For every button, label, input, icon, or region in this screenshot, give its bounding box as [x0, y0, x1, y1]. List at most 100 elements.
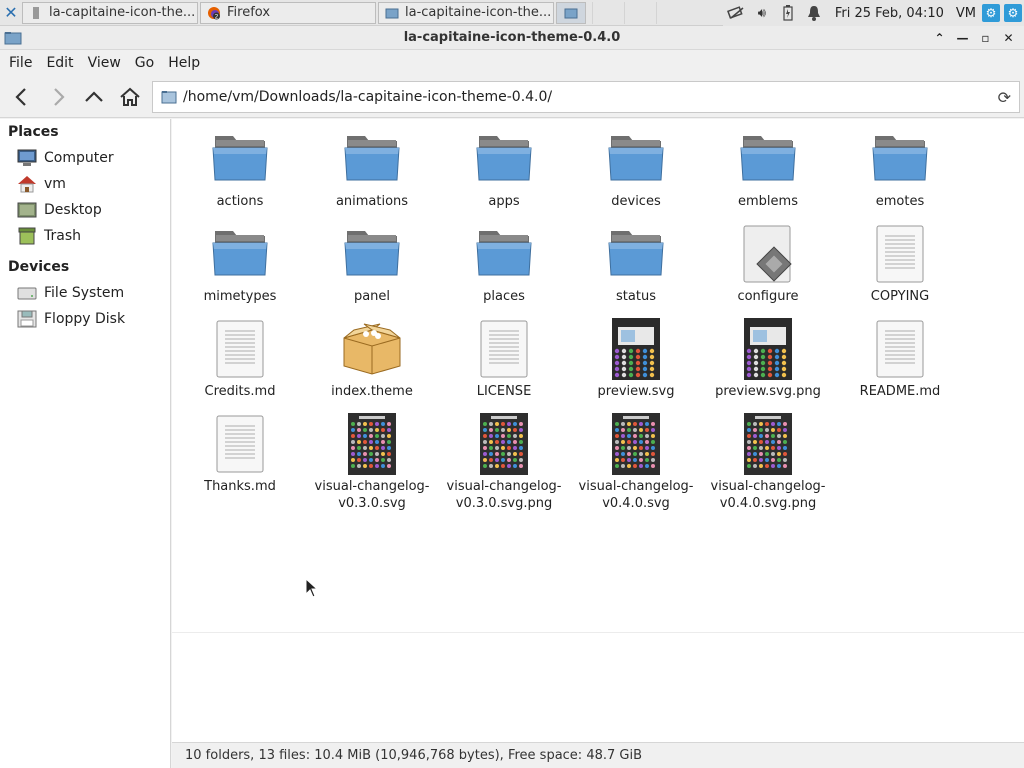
file-item[interactable]: preview.svg: [570, 317, 702, 412]
file-item-label: apps: [440, 193, 568, 210]
session-gear-icon[interactable]: ⚙: [1004, 4, 1022, 22]
sidebar-item-floppy-disk[interactable]: Floppy Disk: [0, 306, 170, 332]
file-item-label: Thanks.md: [176, 478, 304, 495]
file-item-label: LICENSE: [440, 383, 568, 400]
menu-file[interactable]: File: [2, 55, 39, 71]
file-item[interactable]: visual-changelog-v0.4.0.svg: [570, 412, 702, 507]
folder-icon: [564, 6, 578, 20]
mouse-pointer-icon: [305, 578, 319, 598]
maximize-button[interactable]: ▫: [974, 28, 997, 48]
status-bar: 10 folders, 13 files: 10.4 MiB (10,946,7…: [172, 742, 1024, 768]
file-item-label: emotes: [836, 193, 964, 210]
battery-icon[interactable]: [775, 0, 801, 26]
window-titlebar[interactable]: la-capitaine-icon-theme-0.4.0 ⌃ — ▫ ✕: [0, 26, 1024, 50]
notifications-icon[interactable]: [801, 0, 827, 26]
file-item-icon: [340, 222, 404, 286]
file-item[interactable]: configure: [702, 222, 834, 317]
window-controls: ⌃ — ▫ ✕: [928, 28, 1020, 48]
workspace-switcher[interactable]: [592, 2, 688, 24]
close-button[interactable]: ✕: [997, 28, 1020, 48]
file-item[interactable]: actions: [174, 127, 306, 222]
file-item[interactable]: visual-changelog-v0.3.0.svg.png: [438, 412, 570, 507]
file-item-icon: [340, 317, 404, 381]
file-item[interactable]: apps: [438, 127, 570, 222]
back-button[interactable]: [4, 79, 40, 115]
file-item-icon: [604, 127, 668, 191]
taskbar-button-firefox[interactable]: 2 Firefox: [200, 2, 376, 24]
text-file-icon: [875, 224, 925, 284]
settings-gear-icon[interactable]: ⚙: [982, 4, 1000, 22]
file-item-label: panel: [308, 288, 436, 305]
xfce-logo-icon: ✕: [4, 3, 17, 22]
file-item[interactable]: animations: [306, 127, 438, 222]
file-item[interactable]: COPYING: [834, 222, 966, 317]
status-text: 10 folders, 13 files: 10.4 MiB (10,946,7…: [185, 748, 642, 763]
floppy-icon: [17, 310, 37, 328]
file-item-icon: [472, 412, 536, 476]
taskbar-button-file-manager-2[interactable]: la-capitaine-icon-the...: [378, 2, 554, 24]
workspace-3[interactable]: [624, 2, 656, 24]
sidebar-item-trash[interactable]: Trash: [0, 223, 170, 249]
file-item[interactable]: Credits.md: [174, 317, 306, 412]
forward-button[interactable]: [40, 79, 76, 115]
sidebar-item-desktop[interactable]: Desktop: [0, 197, 170, 223]
volume-icon[interactable]: 🔊︎: [749, 0, 775, 26]
menu-edit[interactable]: Edit: [39, 55, 80, 71]
taskbar-button-file-manager[interactable]: la-capitaine-icon-the...: [22, 2, 198, 24]
image-preview-icon: [479, 412, 529, 476]
menu-help[interactable]: Help: [161, 55, 207, 71]
folder-icon: [161, 90, 177, 104]
icon-view-empty-area[interactable]: [172, 632, 1024, 742]
file-item-label: preview.svg: [572, 383, 700, 400]
menu-view[interactable]: View: [81, 55, 128, 71]
taskbar-button-active[interactable]: [556, 2, 586, 24]
workspace-4[interactable]: [656, 2, 688, 24]
file-item-label: places: [440, 288, 568, 305]
file-item[interactable]: index.theme: [306, 317, 438, 412]
file-item[interactable]: LICENSE: [438, 317, 570, 412]
file-item[interactable]: Thanks.md: [174, 412, 306, 507]
file-item[interactable]: status: [570, 222, 702, 317]
file-item[interactable]: places: [438, 222, 570, 317]
file-item[interactable]: emblems: [702, 127, 834, 222]
network-icon[interactable]: [723, 0, 749, 26]
clock[interactable]: Fri 25 Feb, 04:10: [827, 6, 952, 21]
image-preview-icon: [743, 317, 793, 381]
sidebar-item-computer[interactable]: Computer: [0, 145, 170, 171]
applications-menu-button[interactable]: ✕: [0, 0, 22, 26]
sidebar-item-vm[interactable]: vm: [0, 171, 170, 197]
folder-icon: [4, 31, 22, 45]
file-item[interactable]: visual-changelog-v0.4.0.svg.png: [702, 412, 834, 507]
reload-icon[interactable]: ⟳: [998, 88, 1011, 107]
task-label: Firefox: [227, 5, 270, 20]
menu-go[interactable]: Go: [128, 55, 161, 71]
file-item-label: Credits.md: [176, 383, 304, 400]
arrow-left-icon: [11, 86, 33, 108]
parent-folder-button[interactable]: [76, 79, 112, 115]
workspace-2[interactable]: [592, 2, 624, 24]
icon-view[interactable]: actions animations apps devices emblems: [172, 119, 1024, 632]
file-item[interactable]: visual-changelog-v0.3.0.svg: [306, 412, 438, 507]
folder-icon: [211, 132, 269, 186]
devices-heading: Devices: [0, 254, 170, 280]
file-item[interactable]: emotes: [834, 127, 966, 222]
file-item[interactable]: panel: [306, 222, 438, 317]
file-item[interactable]: mimetypes: [174, 222, 306, 317]
file-item[interactable]: README.md: [834, 317, 966, 412]
file-item-icon: [604, 317, 668, 381]
arrow-up-icon: [83, 86, 105, 108]
file-item-label: status: [572, 288, 700, 305]
computer-icon: [17, 149, 37, 167]
file-item[interactable]: devices: [570, 127, 702, 222]
home-button[interactable]: [112, 79, 148, 115]
shade-button[interactable]: ⌃: [928, 28, 951, 48]
sidebar-item-file-system[interactable]: File System: [0, 280, 170, 306]
file-item[interactable]: preview.svg.png: [702, 317, 834, 412]
minimize-button[interactable]: —: [951, 28, 974, 48]
sidebar-item-label: Trash: [44, 228, 81, 244]
file-item-icon: [736, 412, 800, 476]
user-name[interactable]: VM: [952, 6, 980, 21]
menu-bar: File Edit View Go Help: [0, 50, 1024, 76]
file-item-label: devices: [572, 193, 700, 210]
location-bar[interactable]: /home/vm/Downloads/la-capitaine-icon-the…: [152, 81, 1020, 113]
